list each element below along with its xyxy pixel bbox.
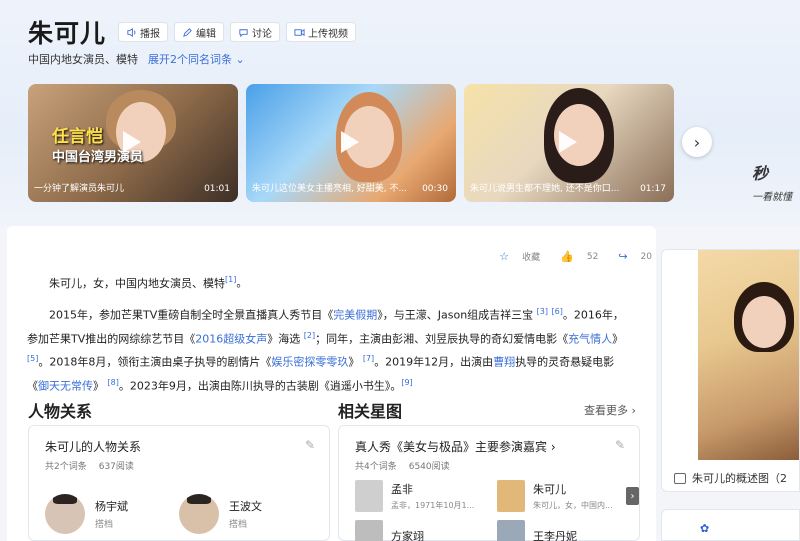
thumbnail	[497, 520, 525, 541]
collect-button[interactable]: ☆ 收藏	[489, 250, 540, 263]
entries-count: 共4个词条	[355, 462, 397, 472]
star-card[interactable]: 朱可儿 朱可儿，女，中国内...	[497, 480, 623, 512]
share-icon: ↪	[618, 250, 628, 263]
edit-icon[interactable]: ✎	[615, 438, 625, 452]
expand-homonyms-link[interactable]: 展开2个同名词条 ⌄	[148, 51, 245, 67]
chevron-right-icon: ›	[630, 490, 635, 502]
decor-text: 秒	[752, 164, 769, 183]
play-icon[interactable]	[559, 131, 577, 153]
share-button[interactable]: ↪ 20	[608, 250, 652, 263]
like-button[interactable]: 👍 52	[550, 250, 598, 263]
link-inflatable-lover[interactable]: 充气情人	[568, 332, 612, 345]
person-card[interactable]: 王波文 搭档	[179, 494, 262, 534]
page-title: 朱可儿	[28, 19, 107, 48]
speaker-icon	[127, 27, 136, 37]
video-duration: 01:17	[640, 184, 666, 194]
star-card[interactable]: 孟非 孟非，1971年10月1...	[355, 480, 481, 512]
broadcast-button[interactable]: 播报	[118, 22, 169, 42]
video-duration: 00:30	[422, 184, 448, 194]
chevron-right-icon: ›	[693, 132, 701, 152]
relations-box-title[interactable]: 朱可儿的人物关系	[45, 438, 141, 455]
play-icon[interactable]	[341, 131, 359, 153]
upload-video-button[interactable]: 上传视频	[286, 22, 357, 42]
carousel-next-button[interactable]: ›	[682, 127, 712, 157]
view-more-link[interactable]: 查看更多 ›	[584, 402, 636, 418]
edit-button[interactable]: 编辑	[174, 22, 225, 42]
page-subtitle: 中国内地女演员、模特	[28, 53, 138, 66]
entries-count: 共2个词条	[45, 462, 87, 472]
title-actions: 播报 编辑 讨论 上传视频	[118, 22, 362, 42]
thumbnail	[497, 480, 525, 512]
video-caption: 朱可儿这位美女主播亮相, 好甜美, 不...	[252, 184, 408, 194]
relations-meta: 共2个词条 637阅读	[45, 459, 146, 472]
link-cao-xiang[interactable]: 曹翔	[493, 356, 515, 369]
summary-image	[698, 250, 799, 460]
video-icon	[294, 28, 305, 36]
image-icon	[674, 472, 686, 484]
star-card[interactable]: 方家翊	[355, 520, 424, 541]
edit-icon[interactable]: ✎	[305, 438, 315, 452]
video-card[interactable]: 朱可儿说男生都不理她, 还不是你口... 01:17	[464, 84, 674, 202]
summary-intro: 朱可儿，女，中国内地女演员、模特[1]。	[49, 275, 248, 290]
discuss-button[interactable]: 讨论	[230, 22, 281, 42]
video-caption: 朱可儿说男生都不理她, 还不是你口...	[470, 184, 620, 194]
video-overlay-title: 任言恺	[52, 127, 103, 147]
link-super-girl[interactable]: 2016超级女声	[195, 332, 267, 345]
video-carousel: 任言恺 中国台湾男演员 一分钟了解演员朱可儿 01:01 朱可儿这位美女主播亮相…	[28, 84, 682, 202]
subtitle-row: 中国内地女演员、模特 展开2个同名词条 ⌄	[28, 51, 245, 67]
summary-paragraph: 2015年，参加芒果TV重磅自制全时全景直播真人秀节目《完美假期》，与王濛、Ja…	[27, 307, 624, 393]
video-caption: 一分钟了解演员朱可儿	[34, 184, 125, 194]
title-row: 朱可儿 播报 编辑 讨论 上传视频	[28, 14, 362, 50]
link-perfect-holiday[interactable]: 完美假期	[333, 309, 377, 322]
video-duration: 01:01	[204, 184, 230, 194]
stars-box: 真人秀《美女与极品》主要参演嘉宾 › ✎ 共4个词条 6540阅读 孟非 孟非，…	[338, 425, 640, 541]
star-card[interactable]: 王李丹妮	[497, 520, 577, 541]
avatar	[45, 494, 85, 534]
stars-meta: 共4个词条 6540阅读	[355, 459, 462, 472]
views-count: 637阅读	[98, 462, 134, 472]
summary-image-card[interactable]: 朱可儿的概述图（2	[661, 249, 800, 492]
video-card[interactable]: 朱可儿这位美女主播亮相, 好甜美, 不... 00:30	[246, 84, 456, 202]
person-card[interactable]: 杨宇斌 搭档	[45, 494, 128, 534]
star-icon: ☆	[499, 250, 510, 263]
logo-icon: ✿	[700, 522, 710, 535]
link-yutian[interactable]: 御天无常传	[38, 380, 93, 393]
edit-icon	[183, 27, 192, 37]
chat-icon	[239, 28, 248, 37]
relations-title: 人物关系	[28, 402, 93, 421]
decor-subtext: 一看就懂	[752, 192, 792, 203]
hero-header: 朱可儿 播报 编辑 讨论 上传视频 中国内地女演员、模特 展开2个同名词条 ⌄	[0, 0, 800, 226]
play-icon[interactable]	[123, 131, 141, 153]
thumbs-up-icon: 👍	[560, 250, 574, 263]
stars-title: 相关星图	[338, 402, 403, 421]
summary-image-caption: 朱可儿的概述图（2	[674, 470, 787, 486]
article-actions: ☆ 收藏 👍 52 ↪ 20	[479, 250, 652, 263]
avatar	[179, 494, 219, 534]
promo-card[interactable]: ✿	[661, 509, 800, 541]
chevron-down-icon: ⌄	[235, 53, 245, 66]
stars-box-title[interactable]: 真人秀《美女与极品》主要参演嘉宾 ›	[355, 438, 556, 455]
views-count: 6540阅读	[408, 462, 450, 472]
relations-box: 朱可儿的人物关系 ✎ 共2个词条 637阅读 杨宇斌 搭档 王波文 搭档	[28, 425, 330, 541]
stars-next-button[interactable]: ›	[626, 487, 639, 505]
video-card[interactable]: 任言恺 中国台湾男演员 一分钟了解演员朱可儿 01:01	[28, 84, 238, 202]
thumbnail	[355, 520, 383, 541]
link-entertainment-detective[interactable]: 娱乐密探零零玖	[271, 356, 348, 369]
thumbnail	[355, 480, 383, 512]
